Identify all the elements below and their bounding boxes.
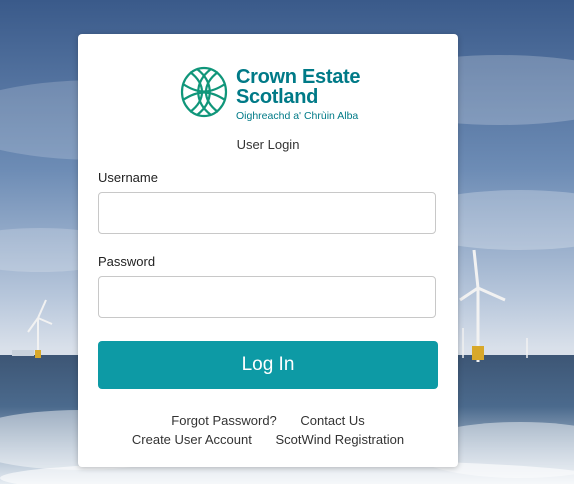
forgot-password-link[interactable]: Forgot Password? [171,413,277,428]
scotwind-registration-link[interactable]: ScotWind Registration [275,432,404,447]
links-row-2: Create User Account ScotWind Registratio… [78,432,458,447]
brand-name-line2: Scotland [236,86,319,108]
username-label: Username [98,170,158,185]
contact-us-link[interactable]: Contact Us [300,413,364,428]
username-input[interactable] [98,192,436,234]
brand-logo: Crown Estate Scotland Oighreachd a' Chrù… [180,66,361,124]
brand-name-line1: Crown Estate [236,66,361,88]
links-row-1: Forgot Password? Contact Us [78,413,458,428]
password-input[interactable] [98,276,436,318]
brand-tagline: Oighreachd a' Chrùin Alba [236,110,359,122]
password-label: Password [98,254,156,269]
crown-estate-logo-icon [180,66,228,118]
page-subtitle: User Login [236,137,300,152]
login-card: Crown Estate Scotland Oighreachd a' Chrù… [78,34,458,467]
create-user-account-link[interactable]: Create User Account [132,432,252,447]
login-button[interactable]: Log In [98,341,438,389]
